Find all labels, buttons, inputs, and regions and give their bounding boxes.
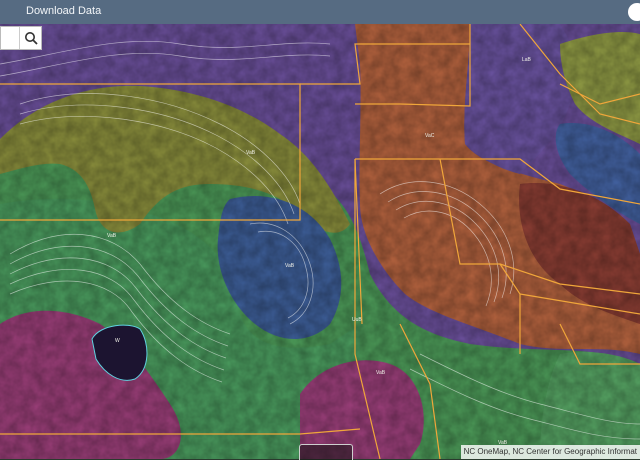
search-button[interactable]	[20, 27, 42, 49]
map-label: VaB	[376, 370, 386, 376]
map-view[interactable]: VaB VaB VaB VaC LaB UuB W VaB VaB	[0, 24, 640, 459]
soil-polygons	[0, 24, 640, 459]
panel-title: Download Data	[26, 5, 102, 17]
map-label: W	[115, 338, 120, 344]
map-label: UuB	[352, 317, 362, 323]
map-label: VaB	[107, 233, 117, 239]
map-label: VaB	[246, 150, 256, 156]
map-label: LaB	[522, 57, 532, 63]
search-input[interactable]	[1, 27, 20, 49]
scale-bar	[299, 444, 353, 460]
map-search	[0, 26, 42, 50]
map-label: VaB	[285, 263, 295, 269]
imagery-texture	[0, 24, 640, 459]
top-bar: Download Data	[0, 0, 640, 24]
close-button[interactable]	[628, 3, 640, 21]
map-attribution[interactable]: NC OneMap, NC Center for Geographic Info…	[460, 445, 640, 459]
map-label: VaC	[425, 133, 435, 139]
search-icon	[25, 32, 38, 45]
